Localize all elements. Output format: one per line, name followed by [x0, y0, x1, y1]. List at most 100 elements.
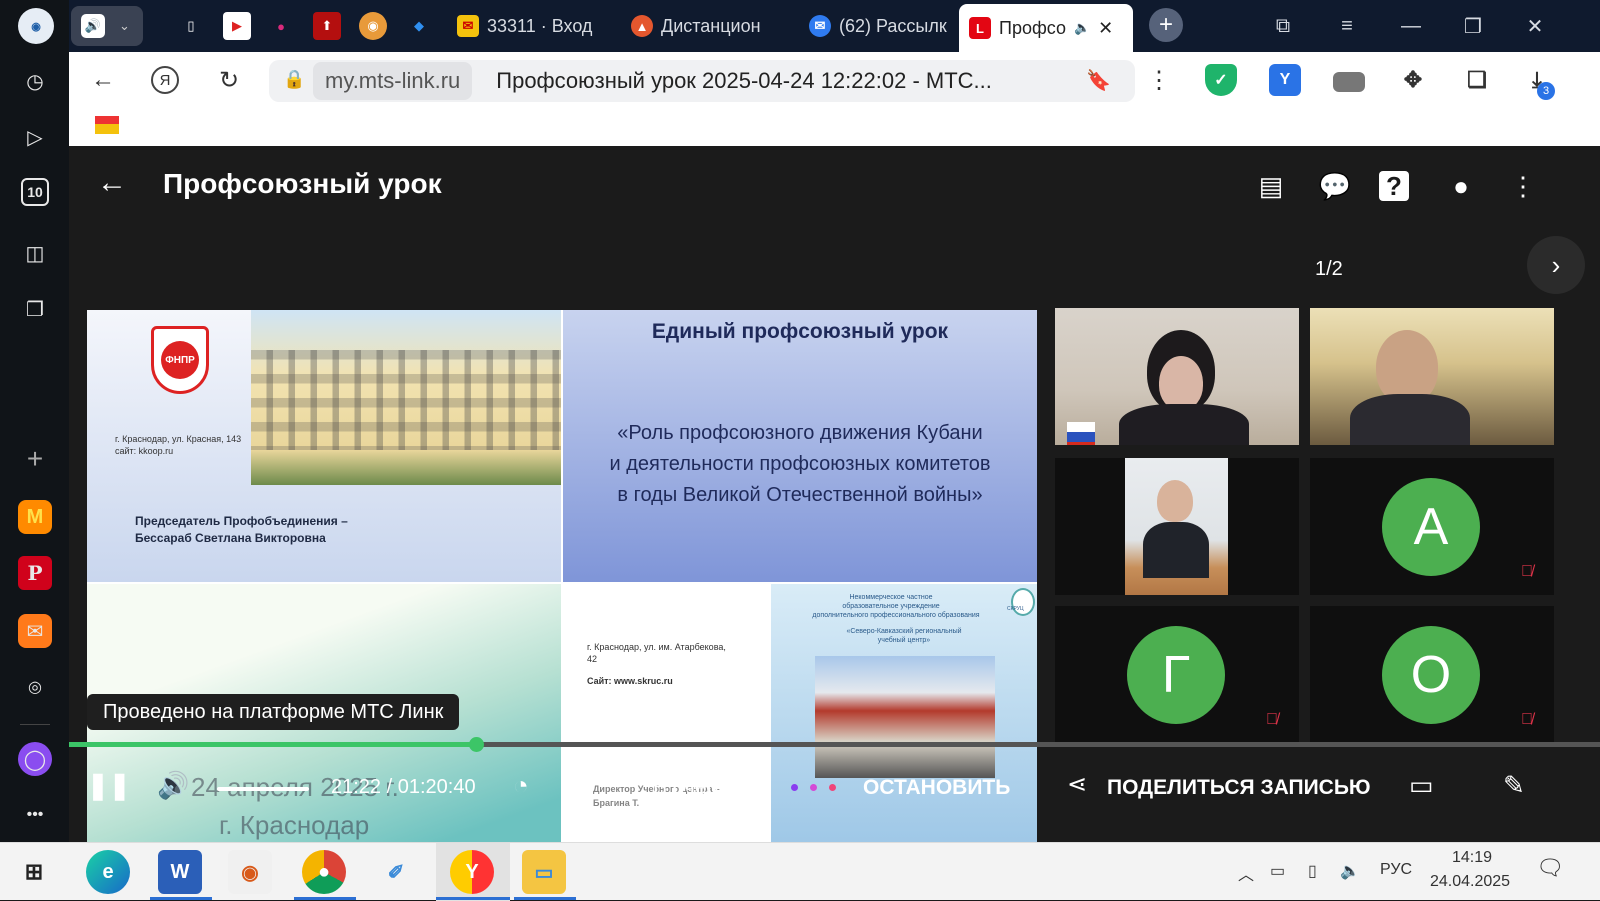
mail-bookmark-icon[interactable] — [95, 116, 119, 134]
chrome-icon[interactable]: ● — [302, 850, 346, 894]
collections-icon[interactable]: ❏ — [1461, 64, 1493, 96]
dot-icon[interactable]: ◎ — [18, 670, 52, 704]
file-explorer-icon[interactable]: ▭ — [522, 850, 566, 894]
participant-video-1[interactable] — [1055, 308, 1299, 445]
stop-button[interactable]: ОСТАНОВИТЬ — [863, 776, 1010, 800]
participant-video-3[interactable] — [1055, 458, 1299, 595]
pencil-icon[interactable]: ✎ — [1503, 770, 1525, 801]
tray-chevron-icon[interactable]: ︿ — [1238, 861, 1254, 885]
share-recording-button[interactable]: ПОДЕЛИТЬСЯ ЗАПИСЬЮ — [1107, 776, 1371, 800]
close-tab-icon[interactable]: ✕ — [1098, 18, 1113, 39]
more-options-icon[interactable]: ⋮ — [1505, 168, 1541, 204]
more-vert-icon[interactable]: ⋮ — [1143, 64, 1175, 96]
network-icon[interactable]: ▭ — [1270, 861, 1285, 881]
notifications-icon[interactable]: 🗨 — [1536, 855, 1564, 881]
avatar: О — [1382, 626, 1480, 724]
share-icon[interactable]: ⋖ — [1067, 770, 1087, 799]
video-icon[interactable]: ▷ — [18, 120, 52, 154]
lock-icon[interactable]: 🔒 — [283, 69, 305, 90]
volume-icon[interactable]: 🔊 — [157, 770, 189, 801]
clock-time[interactable]: 14:19 — [1452, 849, 1492, 867]
add-icon[interactable]: + — [18, 442, 52, 476]
help-icon[interactable]: ? — [1379, 171, 1409, 201]
yandex-icon[interactable]: Я — [151, 66, 179, 94]
next-page-button[interactable]: › — [1527, 236, 1585, 294]
menu-icon[interactable]: ≡ — [1331, 10, 1363, 42]
tab-icon-red-arrow[interactable]: ▶ — [223, 12, 251, 40]
slide-heading: Единый профсоюзный урок — [651, 320, 949, 343]
mail-icon: ✉ — [457, 15, 479, 37]
slide-quadrant-fnpr: ФНПР г. Краснодар, ул. Красная, 143 сайт… — [87, 310, 561, 582]
participant-video-2[interactable] — [1310, 308, 1554, 445]
clock-date[interactable]: 24.04.2025 — [1430, 873, 1510, 891]
participant-tile-o[interactable]: О 🎙̸ — [1310, 606, 1554, 743]
more-icon[interactable]: ••• — [18, 798, 52, 832]
participant-tile-g[interactable]: Г 🎙̸ — [1055, 606, 1299, 743]
page-title[interactable]: Профсоюзный урок 2025-04-24 12:22:02 - М… — [496, 68, 1056, 94]
battery-icon[interactable]: ▯ — [1308, 861, 1317, 881]
queue-list-icon[interactable]: ▭ — [1409, 770, 1434, 801]
back-arrow-icon[interactable]: ← — [97, 166, 133, 202]
agenda-icon[interactable]: ▤ — [1253, 168, 1289, 204]
person-icon[interactable]: ● — [1443, 168, 1479, 204]
playback-time: 21:22 / 01:20:40 — [331, 776, 476, 798]
wallet-icon[interactable] — [1333, 72, 1365, 92]
tab-icon-yarn[interactable]: ● — [267, 12, 295, 40]
speed-icon[interactable]: ◔ — [513, 770, 529, 801]
tab-icon-orange[interactable]: ◉ — [359, 12, 387, 40]
mic-muted-icon: 🎙̸ — [1521, 563, 1533, 580]
translate-icon[interactable]: Y — [1269, 64, 1301, 96]
subject-line: и деятельности профсоюзных комитетов — [609, 453, 991, 475]
restore-button[interactable]: ❐ — [1457, 10, 1489, 42]
shield-check-icon[interactable]: ✓ — [1205, 64, 1237, 96]
windows-start-icon[interactable]: ⊞ — [12, 850, 56, 894]
tab-distance[interactable]: ▲ Дистанцион — [621, 4, 791, 48]
music-icon[interactable]: М — [18, 500, 52, 534]
mail-icon[interactable]: ✉ — [18, 614, 52, 648]
platform-watermark: Проведено на платформе МТС Линк — [87, 694, 460, 730]
sound-icon[interactable]: 🔈 — [1340, 861, 1360, 881]
paint-icon[interactable]: ✐ — [374, 850, 418, 894]
avatar: Г — [1127, 626, 1225, 724]
chat-icon[interactable]: 💬 — [1317, 168, 1353, 204]
tab-icon-upload[interactable]: ⬆ — [313, 12, 341, 40]
profile-avatar[interactable]: ◉ — [18, 8, 54, 44]
news-icon[interactable]: Р — [18, 556, 52, 590]
speaker-small-icon[interactable]: 🔈 — [1074, 20, 1090, 36]
progress-bar[interactable] — [69, 737, 1600, 752]
back-icon[interactable]: ← — [87, 64, 119, 96]
org-line: образовательное учреждение — [842, 603, 940, 610]
org-line: учебный центр» — [877, 637, 931, 644]
bookmark-icon[interactable]: 🔖 — [1086, 68, 1111, 93]
pause-button[interactable]: ❚❚ — [87, 770, 131, 801]
tab-mts-link[interactable]: L Профсо 🔈 ✕ — [959, 4, 1133, 52]
notes-icon[interactable]: ❐ — [18, 292, 52, 326]
page-icon[interactable]: ▯ — [177, 12, 205, 40]
counter-icon[interactable]: 10 — [21, 178, 49, 206]
tab-newsletter[interactable]: ✉ (62) Рассылк — [799, 4, 957, 48]
alice-icon[interactable]: ◯ — [18, 742, 52, 776]
minimize-button[interactable]: — — [1395, 10, 1427, 42]
yandex-browser-icon[interactable]: Y — [450, 850, 494, 894]
clock-icon[interactable]: ◷ — [18, 64, 52, 98]
screenshot-icon[interactable]: ◫ — [18, 236, 52, 270]
url-host[interactable]: my.mts-link.ru — [313, 62, 473, 100]
language-indicator[interactable]: РУС — [1380, 861, 1412, 879]
tab-icon-shield[interactable]: ◆ — [405, 12, 433, 40]
bookmarks-panel-icon[interactable]: ⧉ — [1267, 10, 1299, 42]
participant-tile-a[interactable]: А 🎙̸ — [1310, 458, 1554, 595]
volume-slider[interactable] — [217, 787, 309, 791]
address-2-line-1: г. Краснодар, ул. им. Атарбекова, — [587, 642, 726, 652]
close-window-button[interactable]: ✕ — [1519, 10, 1551, 42]
new-tab-button[interactable]: + — [1149, 8, 1183, 42]
reload-icon[interactable]: ↻ — [213, 64, 245, 96]
audio-tab-group[interactable]: 🔊 ⌄ — [71, 6, 143, 46]
puzzle-icon[interactable]: ✥ — [1397, 64, 1429, 96]
tab-label: Дистанцион — [661, 15, 761, 36]
eye-app-icon[interactable]: ◉ — [228, 850, 272, 894]
tab-mail[interactable]: ✉ 33311 · Вход — [447, 4, 609, 48]
word-icon[interactable]: W — [158, 850, 202, 894]
edge-icon[interactable]: e — [86, 850, 130, 894]
omnibox[interactable]: 🔒 my.mts-link.ru Профсоюзный урок 2025-0… — [269, 60, 1135, 102]
slide-quadrant-skruc: г. Краснодар, ул. им. Атарбекова, 42 Сай… — [563, 584, 1037, 842]
